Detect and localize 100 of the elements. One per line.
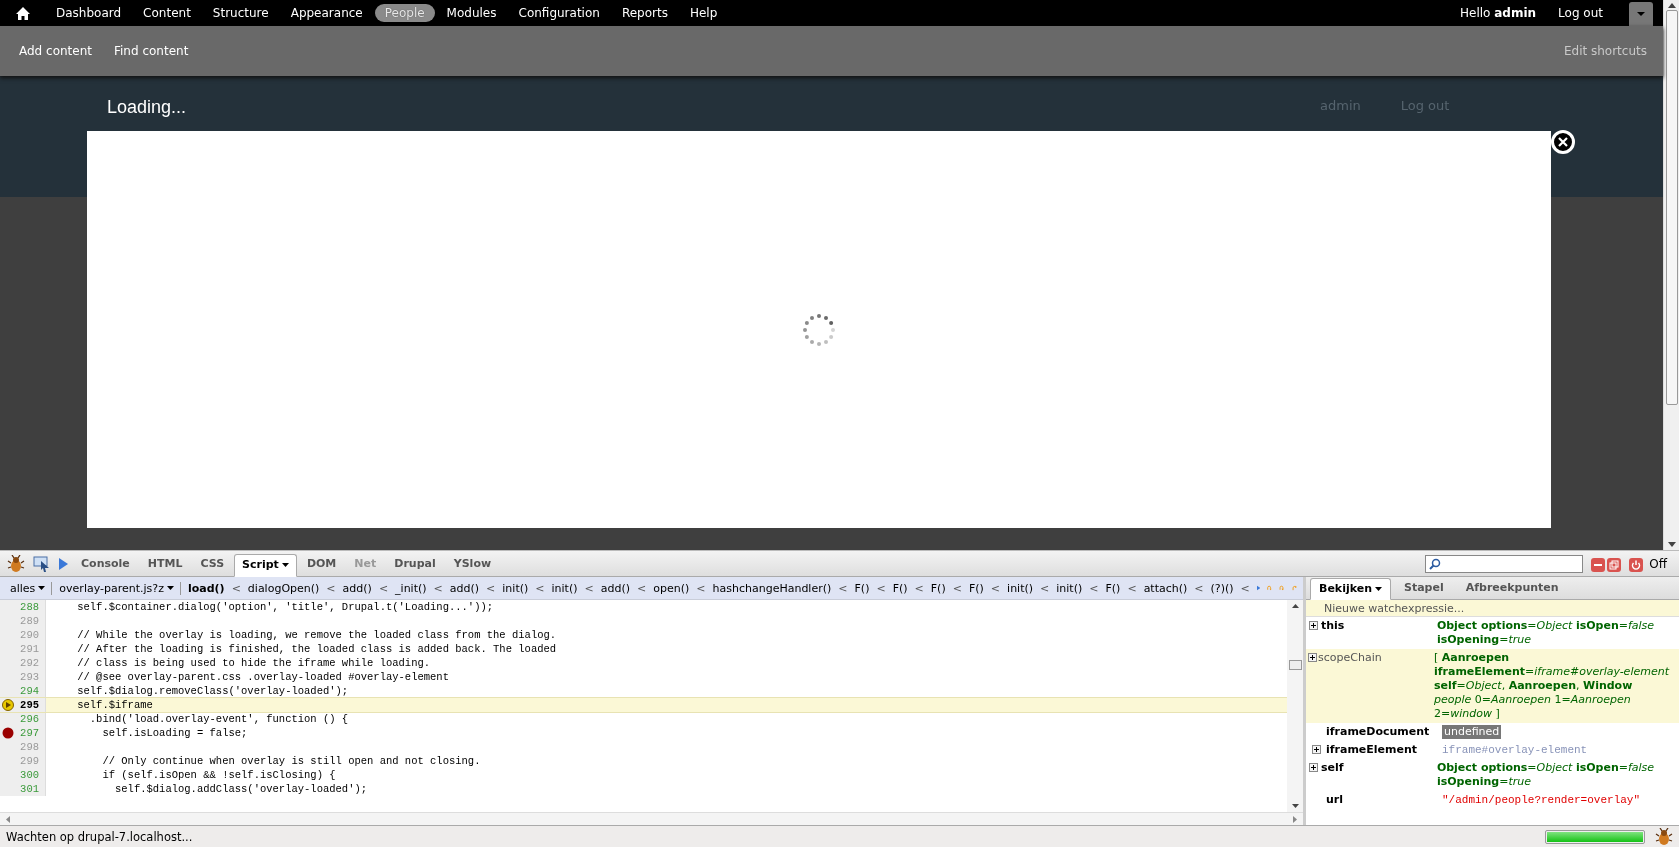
panel-tab[interactable]: Script — [234, 554, 297, 577]
stack-frame-link[interactable]: F() — [892, 581, 908, 595]
frame-separator: < — [486, 581, 496, 595]
panel-tab[interactable]: Drupal — [386, 553, 444, 576]
panel-tab[interactable]: HTML — [139, 553, 191, 576]
panel-tab[interactable]: DOM — [298, 553, 345, 576]
stack-frame-link[interactable]: F() — [930, 581, 946, 595]
script-filter-menu[interactable]: alles — [10, 581, 53, 595]
stack-frame-link[interactable]: add() — [342, 581, 372, 595]
line-number: 299 — [19, 754, 40, 768]
code-line: self.isLoading = false; — [101, 726, 248, 740]
new-watch-field[interactable]: Nieuwe watchexpressie... — [1306, 600, 1679, 617]
stack-frame-link[interactable]: _init() — [395, 581, 427, 595]
scroll-down-icon[interactable] — [1667, 542, 1676, 547]
scroll-left-icon[interactable] — [6, 815, 10, 823]
stack-frame-link[interactable]: F() — [854, 581, 870, 595]
home-icon[interactable] — [16, 6, 30, 20]
stack-frame-link[interactable]: add() — [600, 581, 630, 595]
shortcut-link[interactable]: Find content — [114, 44, 189, 58]
breakpoint-icon[interactable] — [2, 727, 14, 739]
scroll-thumb[interactable] — [1288, 660, 1302, 670]
frame-separator: < — [1194, 581, 1204, 595]
stack-frame-link[interactable]: init() — [551, 581, 578, 595]
panel-tab[interactable]: Console — [73, 553, 138, 576]
frame-separator: < — [696, 581, 706, 595]
line-number: 301 — [19, 782, 40, 796]
side-panel-tab[interactable]: Afbreekpunten — [1456, 577, 1568, 599]
inspect-icon[interactable] — [33, 556, 51, 572]
stack-frame-link[interactable]: dialogOpen() — [247, 581, 320, 595]
bug-icon[interactable] — [1655, 827, 1673, 846]
logout-link[interactable]: Log out — [1558, 6, 1603, 20]
side-panel-tab[interactable]: Stapel — [1395, 577, 1453, 599]
frame-separator: < — [1040, 581, 1050, 595]
caret-icon — [38, 586, 46, 590]
frame-separator: < — [1240, 581, 1250, 595]
greeting: Hello admin — [1460, 6, 1537, 20]
line-number: 300 — [19, 768, 40, 782]
expand-icon[interactable] — [1311, 745, 1321, 754]
caret-icon — [1637, 12, 1645, 16]
stack-frame-link[interactable]: add() — [449, 581, 480, 595]
stack-frame-link[interactable]: (?)() — [1210, 581, 1234, 595]
nav-item[interactable]: Configuration — [508, 4, 610, 22]
stack-frame-link[interactable]: F() — [968, 581, 984, 595]
caret-icon — [166, 586, 174, 590]
power-icon[interactable] — [1629, 558, 1644, 572]
caret-icon — [281, 562, 289, 567]
code-line: // class is being used to hide the iframe while loading. — [76, 656, 431, 670]
line-number: 296 — [19, 712, 40, 726]
stack-frame-link[interactable]: hashchangeHandler() — [712, 581, 832, 595]
watch-name: url — [1326, 793, 1345, 807]
horizontal-scrollbar[interactable] — [0, 812, 1303, 825]
expand-icon[interactable] — [1307, 653, 1317, 662]
frame-separator: < — [990, 581, 1001, 595]
code-scrollbar[interactable] — [1287, 600, 1303, 812]
bug-icon[interactable] — [7, 555, 25, 573]
search-field[interactable] — [1425, 555, 1584, 573]
nav-item[interactable]: Modules — [436, 4, 507, 22]
side-panel-tab[interactable]: Bekijken — [1310, 578, 1391, 600]
expand-icon[interactable] — [1308, 621, 1318, 630]
script-file-menu[interactable]: overlay-parent.js?z — [59, 581, 181, 595]
stack-frame-link[interactable]: init() — [1007, 581, 1034, 595]
scroll-up-icon[interactable] — [1667, 3, 1676, 8]
scroll-thumb[interactable] — [1665, 10, 1678, 405]
panel-tab[interactable]: CSS — [192, 553, 233, 576]
stack-frame-link[interactable]: init() — [1056, 581, 1083, 595]
expand-icon[interactable] — [1308, 763, 1318, 772]
nav-item[interactable]: Dashboard — [46, 4, 132, 22]
code-line: self.$container.dialog('option', 'title', Drupal.t('Loading...')); — [76, 600, 494, 614]
code-line: // Only continue when overlay is still open and not closing. — [101, 754, 481, 768]
nav-item[interactable]: Content — [133, 4, 201, 22]
frame-separator: < — [535, 581, 545, 595]
minimize-icon[interactable] — [1591, 558, 1606, 572]
code-line: // @see overlay-parent.css .overlay-loaded #overlay-element — [76, 670, 449, 684]
panel-tab[interactable]: YSlow — [445, 553, 500, 576]
stack-frame-link[interactable]: load() — [187, 581, 225, 595]
close-icon — [1558, 137, 1568, 147]
stack-frame-link[interactable]: F() — [1105, 581, 1121, 595]
play-icon[interactable] — [59, 558, 68, 570]
code-line: // After the loading is finished, the loaded class is added back. The loaded — [76, 642, 557, 656]
scrollbar[interactable] — [1663, 0, 1679, 550]
stack-frame-link[interactable]: open() — [653, 581, 690, 595]
nav-item[interactable]: Appearance — [280, 4, 373, 22]
nav-item[interactable]: Help — [679, 4, 728, 22]
frame-separator: < — [584, 581, 594, 595]
watch-value: Object options=Object isOpen=false isOpening=true — [1436, 619, 1656, 647]
scroll-up-icon[interactable] — [1291, 604, 1299, 608]
scroll-down-icon[interactable] — [1291, 804, 1299, 808]
frame-separator: < — [326, 581, 336, 595]
scroll-right-icon[interactable] — [1293, 815, 1297, 823]
shortcut-link[interactable]: Add content — [19, 44, 92, 58]
nav-item[interactable]: Reports — [611, 4, 678, 22]
stack-frame-link[interactable]: attach() — [1143, 581, 1188, 595]
watch-name: iframeElement — [1326, 743, 1419, 757]
line-number: 291 — [19, 642, 40, 656]
stack-frame-link[interactable]: init() — [502, 581, 529, 595]
frame-separator: < — [231, 581, 241, 595]
search-icon — [1429, 558, 1442, 570]
nav-item[interactable]: Structure — [202, 4, 279, 22]
detach-icon[interactable] — [1607, 558, 1622, 572]
shortcuts-toggle-button[interactable] — [1629, 2, 1653, 26]
